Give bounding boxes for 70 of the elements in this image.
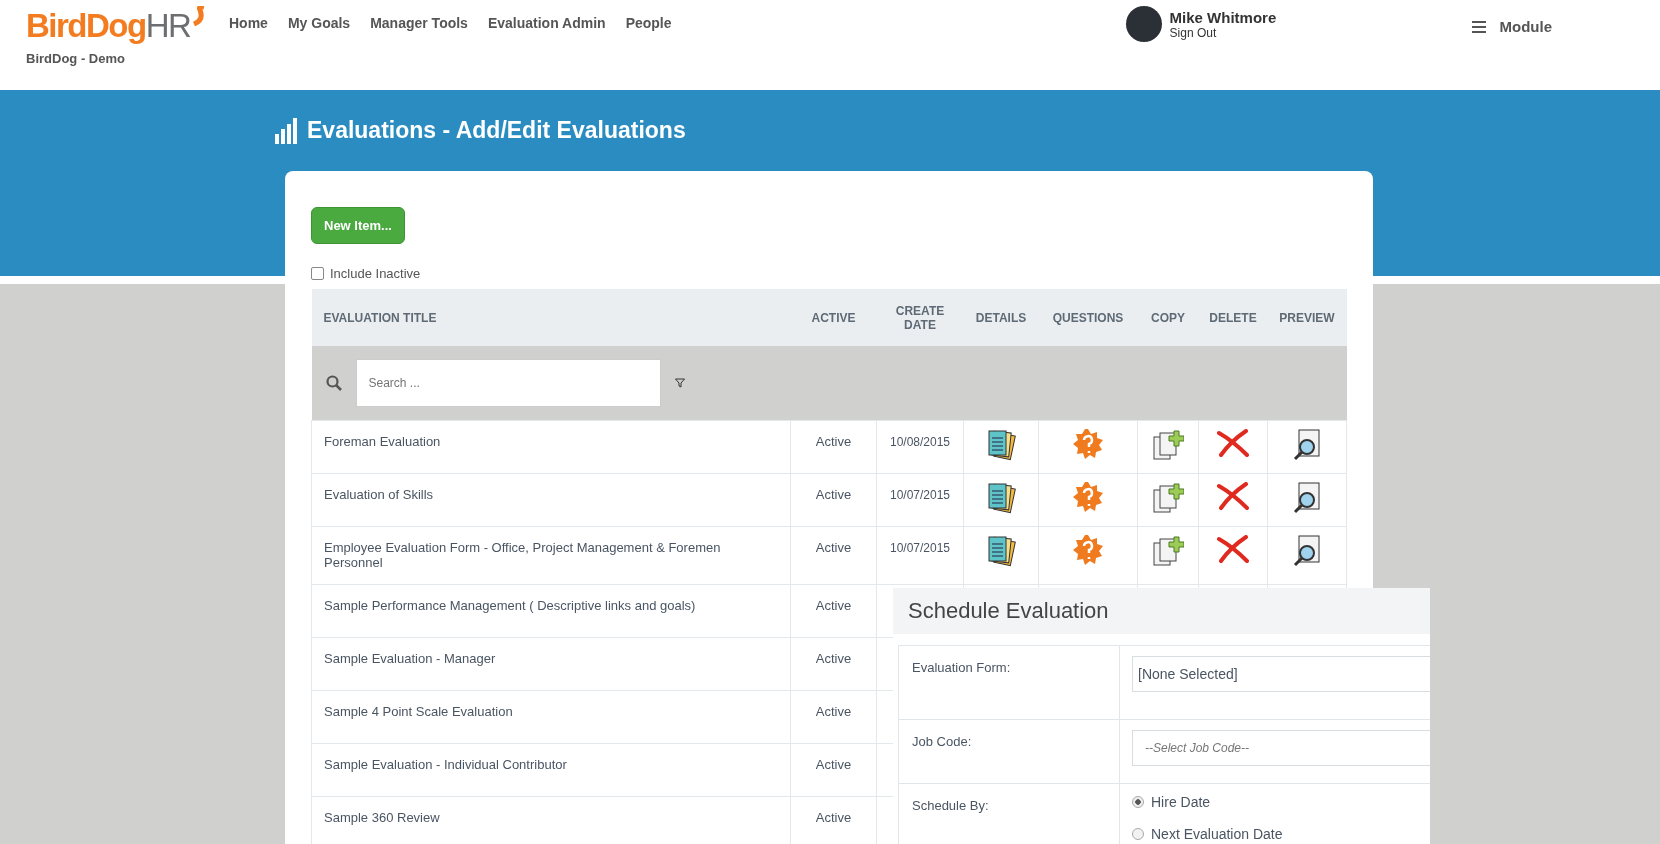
active-status: Active [815, 434, 852, 449]
column-header: DELETE [1198, 289, 1268, 346]
question-badge-icon [1073, 482, 1103, 512]
delete-x-icon [1217, 535, 1249, 563]
column-header: CREATE DATE [876, 289, 964, 346]
page-magnifier-icon [1292, 482, 1322, 514]
evaluation-title: Foreman Evaluation [324, 434, 441, 449]
page-magnifier-icon [1292, 429, 1322, 461]
delete-x-icon [1217, 482, 1249, 510]
radio-label: Hire Date [1151, 794, 1211, 810]
evaluation-title: Sample Evaluation - Individual Contributor [324, 757, 567, 772]
avatar [1125, 6, 1162, 42]
active-status: Active [815, 757, 852, 772]
user-name: Mike Whitmore [1169, 8, 1277, 26]
dialog-title: Schedule Evaluation [908, 598, 1109, 624]
delete-x-icon [1217, 429, 1249, 457]
module-menu-button[interactable]: Module [1499, 18, 1552, 35]
nav-link[interactable]: Home [229, 15, 268, 31]
site-name: BirdDog - Demo [26, 51, 126, 66]
nav-link[interactable]: People [625, 15, 672, 31]
documents-icon [986, 482, 1016, 514]
active-status: Active [815, 540, 852, 555]
active-status: Active [815, 704, 852, 719]
active-status: Active [815, 487, 852, 502]
question-badge-icon [1073, 535, 1103, 565]
active-status: Active [815, 810, 852, 825]
copy-pages-icon [1152, 429, 1184, 461]
column-header: ACTIVE [790, 289, 877, 346]
evaluation-title: Sample Performance Management ( Descriptive links and goals) [324, 598, 696, 613]
nav-link[interactable]: My Goals [287, 15, 351, 31]
evaluation-title: Sample Evaluation - Manager [324, 651, 496, 666]
menu-icon[interactable] [1471, 20, 1486, 33]
documents-icon [986, 535, 1016, 567]
search-field[interactable]: Search ... [355, 359, 661, 407]
column-header: EVALUATION TITLE [311, 289, 791, 346]
evaluation-title: Evaluation of Skills [324, 487, 434, 502]
evaluation-title: Sample 4 Point Scale Evaluation [324, 704, 513, 719]
active-status: Active [815, 651, 852, 666]
company-logo[interactable]: BirdDogHR [26, 6, 229, 46]
nav-link[interactable]: Manager Tools [370, 15, 468, 31]
radio-button[interactable] [1132, 828, 1144, 840]
documents-icon [986, 429, 1016, 461]
bar-chart-icon [274, 116, 297, 145]
radio-button[interactable] [1132, 796, 1144, 808]
field-label: Job Code: [912, 734, 972, 749]
column-header: COPY [1137, 289, 1199, 346]
column-header: DETAILS [963, 289, 1039, 346]
copy-pages-icon [1152, 482, 1184, 514]
radio-label: Next Evaluation Date [1151, 826, 1283, 842]
question-badge-icon [1073, 429, 1103, 459]
select-field[interactable]: [None Selected] [1132, 656, 1430, 692]
sign-out-link[interactable]: Sign Out [1169, 25, 1277, 40]
search-icon [325, 375, 342, 391]
column-header: QUESTIONS [1038, 289, 1138, 346]
page-magnifier-icon [1292, 535, 1322, 567]
evaluation-title: Employee Evaluation Form - Office, Project Management & Foremen Personnel [324, 540, 721, 570]
page-title: Evaluations - Add/Edit Evaluations [307, 117, 686, 144]
filter-icon[interactable] [674, 378, 685, 388]
column-header: PREVIEW [1267, 289, 1347, 346]
active-status: Active [815, 598, 852, 613]
field-label: Evaluation Form: [912, 660, 1011, 675]
create-date: 10/07/2015 [889, 488, 951, 502]
create-date: 10/08/2015 [889, 435, 951, 449]
evaluation-title: Sample 360 Review [324, 810, 440, 825]
create-date: 10/07/2015 [889, 541, 951, 555]
select-field[interactable]: --Select Job Code-- [1132, 730, 1430, 766]
nav-link[interactable]: Evaluation Admin [487, 15, 606, 31]
copy-pages-icon [1152, 535, 1184, 567]
checkbox-label: Include Inactive [330, 266, 421, 281]
field-label: Schedule By: [912, 798, 989, 813]
